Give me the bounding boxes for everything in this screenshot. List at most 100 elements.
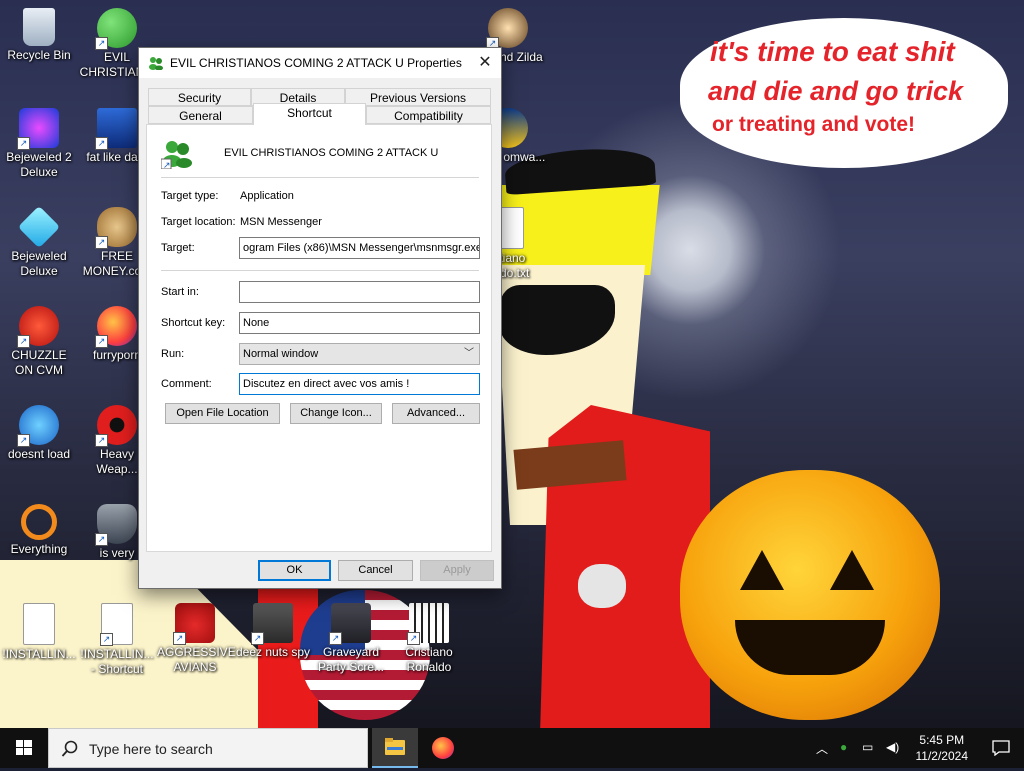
desktop-wallpaper: it's time to eat shit and die and go tri…: [0, 0, 1024, 728]
start-in-field[interactable]: [239, 281, 480, 303]
change-icon-button[interactable]: Change Icon...: [290, 403, 382, 424]
advanced-button[interactable]: Advanced...: [392, 403, 480, 424]
target-label: Target:: [161, 242, 195, 254]
close-button[interactable]: ✕: [469, 48, 501, 78]
pumpkin-icon: [680, 470, 940, 720]
search-placeholder: Type here to search: [89, 741, 213, 757]
open-file-location-button[interactable]: Open File Location: [165, 403, 280, 424]
msn-messenger-icon: ↗: [160, 139, 195, 171]
desktop-icon-bejeweled-2[interactable]: ↗ Bejeweled 2 Deluxe: [1, 108, 77, 180]
pumpkin-eye-left: [740, 550, 784, 590]
desktop-icon-graveyard-party[interactable]: ↗ Graveyard Party Scre...: [313, 603, 389, 675]
search-icon: [21, 504, 57, 540]
search-icon: [61, 740, 78, 757]
angry-bird-icon: ↗: [173, 603, 215, 645]
dialog-titlebar[interactable]: EVIL CHRISTIANOS COMING 2 ATTACK U Prope…: [139, 48, 501, 78]
desktop-icon-doesnt-load[interactable]: ↗ doesnt load: [1, 405, 77, 462]
pumpkin-mouth: [735, 620, 885, 675]
desktop-icon-everything[interactable]: Everything: [1, 504, 77, 557]
desktop-icon-cristiano-ronaldo[interactable]: ↗ Cristiano Ronaldo: [391, 603, 467, 675]
tab-shortcut[interactable]: Shortcut: [253, 103, 366, 125]
shortcut-arrow-icon: ↗: [407, 632, 420, 645]
desktop-icon-label: Everything: [10, 542, 68, 556]
shortcut-arrow-icon: ↗: [95, 335, 108, 348]
windows-logo-icon: [16, 740, 32, 755]
desktop-icon-deez-nuts-spy[interactable]: ↗ deez nuts spy: [235, 603, 311, 660]
ok-button[interactable]: OK: [258, 560, 331, 581]
tab-security[interactable]: Security: [148, 88, 251, 106]
clock-time: 5:45 PM: [919, 733, 965, 747]
msn-messenger-icon: [148, 56, 164, 71]
desktop-icon-bejeweled-deluxe[interactable]: Bejeweled Deluxe: [1, 205, 77, 279]
desktop-icon-label: Cristiano Ronaldo: [405, 645, 453, 674]
target-type-value: Application: [240, 190, 294, 202]
cancel-button[interactable]: Cancel: [338, 560, 413, 581]
shortcut-arrow-icon: ↗: [95, 236, 108, 249]
show-hidden-icons-chevron-icon[interactable]: ︿: [816, 740, 828, 757]
pixel-cat-icon: ↗: [407, 603, 449, 645]
firefox-icon: ↗: [95, 306, 137, 348]
target-type-label: Target type:: [161, 190, 219, 202]
shortcut-arrow-icon: ↗: [95, 533, 108, 546]
notification-center-button[interactable]: [978, 728, 1024, 768]
shortcut-name: EVIL CHRISTIANOS COMING 2 ATTACK U: [224, 147, 439, 159]
network-icon[interactable]: ▭: [862, 740, 873, 754]
chuzzle-icon: ↗: [17, 306, 59, 348]
tab-previous-versions[interactable]: Previous Versions: [345, 88, 491, 106]
taskbar-clock[interactable]: 5:45 PM 11/2/2024: [916, 732, 969, 764]
desktop-icon-installing-shortcut[interactable]: ↗ !INSTALLIN... - Shortcut: [79, 603, 155, 677]
radiation-icon: ↗: [95, 405, 137, 447]
chevron-down-icon: ﹀: [464, 348, 474, 359]
ghost-icon: [578, 564, 626, 608]
tab-general[interactable]: General: [148, 106, 253, 124]
money-bag-icon: ↗: [95, 207, 137, 249]
taskbar-search-box[interactable]: Type here to search: [48, 728, 368, 768]
desktop-icon-label: deez nuts spy: [235, 645, 311, 659]
svg-text:↗: ↗: [163, 161, 171, 169]
desktop-icon-label: Graveyard Party Scre...: [317, 645, 385, 674]
bejeweled-icon: ↗: [17, 108, 59, 150]
apply-button[interactable]: Apply: [420, 560, 494, 581]
desktop-icon-aggressive-avians[interactable]: ↗ AGGRESSIVE AVIANS: [157, 603, 236, 675]
text-file-icon: [23, 603, 55, 645]
shortcut-arrow-icon: ↗: [100, 633, 113, 646]
volume-icon[interactable]: ◀): [886, 740, 899, 754]
start-button[interactable]: [0, 728, 48, 768]
text-file-icon: ↗: [100, 603, 133, 646]
notification-icon: [992, 740, 1010, 756]
run-select-value: Normal window: [243, 348, 319, 360]
taskbar-firefox[interactable]: [420, 728, 466, 768]
desktop-icon-label: doesnt load: [7, 447, 71, 461]
tab-compatibility[interactable]: Compatibility: [366, 106, 491, 124]
taskbar-file-explorer[interactable]: [372, 728, 418, 768]
divider: [161, 177, 479, 178]
target-location-label: Target location:: [161, 216, 236, 228]
windows-stack-icon: ↗: [251, 603, 293, 645]
desktop-icon-recycle-bin[interactable]: Recycle Bin: [1, 8, 77, 63]
shortcut-arrow-icon: ↗: [17, 137, 30, 150]
msn-messenger-icon: ↗: [95, 8, 137, 50]
shortcut-key-field[interactable]: None: [239, 312, 480, 334]
game-icon: ↗: [486, 8, 528, 50]
desktop-icon-chuzzle[interactable]: ↗ CHUZZLE ON CVM: [1, 306, 77, 378]
thunderbird-icon: ↗: [17, 405, 59, 447]
msn-tray-icon[interactable]: ●: [840, 740, 847, 754]
shortcut-arrow-icon: ↗: [95, 137, 108, 150]
shortcut-arrow-icon: ↗: [173, 632, 186, 645]
desktop-icon-installing[interactable]: !INSTALLIN...: [1, 603, 77, 662]
run-select[interactable]: Normal window ﹀: [239, 343, 480, 365]
desktop-icon-label: Recycle Bin: [7, 48, 71, 62]
speech-line-1: it's time to eat shit: [710, 36, 955, 67]
comment-field[interactable]: Discutez en direct avec vos amis !: [239, 373, 480, 395]
graveyard-icon: ↗: [329, 603, 371, 645]
desktop-icon-label: Bejeweled Deluxe: [11, 249, 67, 278]
diamond-icon: [17, 205, 61, 249]
speech-line-2: and die and go trick: [708, 76, 964, 106]
recycle-bin-icon: [23, 8, 55, 46]
shortcut-arrow-icon: ↗: [95, 37, 108, 50]
firefox-icon: [432, 737, 454, 759]
target-field[interactable]: ogram Files (x86)\MSN Messenger\msnmsgr.…: [239, 237, 480, 259]
speech-line-3: or treating and vote!: [712, 113, 916, 136]
shortcut-arrow-icon: ↗: [17, 335, 30, 348]
start-in-label: Start in:: [161, 286, 199, 298]
